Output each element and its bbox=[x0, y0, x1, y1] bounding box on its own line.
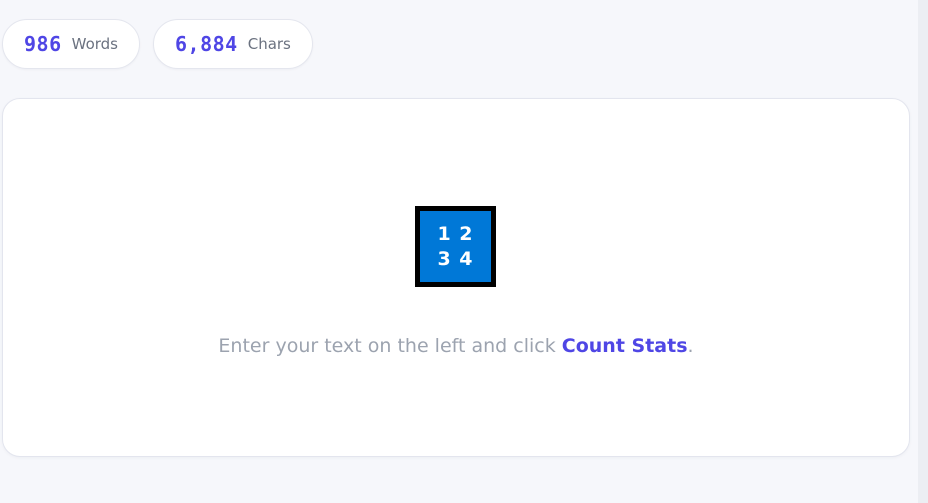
empty-state-suffix: . bbox=[687, 335, 694, 357]
char-count-pill: 6,884 Chars bbox=[153, 19, 313, 69]
results-panel: 1 2 3 4 Enter your text on the left and … bbox=[2, 98, 910, 457]
char-count-label: Chars bbox=[247, 35, 291, 53]
stats-bar: 986 Words 6,884 Chars bbox=[2, 19, 313, 69]
count-stats-reference: Count Stats bbox=[561, 335, 688, 357]
word-count-value: 986 bbox=[24, 32, 62, 56]
number-grid-icon: 1 2 3 4 bbox=[415, 206, 496, 287]
number-grid-line-2: 3 4 bbox=[437, 247, 474, 270]
char-count-value: 6,884 bbox=[175, 32, 238, 56]
empty-state-message: Enter your text on the left and click Co… bbox=[3, 335, 909, 357]
word-count-label: Words bbox=[71, 35, 118, 53]
number-grid-line-1: 1 2 bbox=[437, 222, 474, 245]
word-count-pill: 986 Words bbox=[2, 19, 140, 69]
scrollbar-track bbox=[918, 0, 928, 503]
empty-state-prefix: Enter your text on the left and click bbox=[218, 335, 562, 357]
